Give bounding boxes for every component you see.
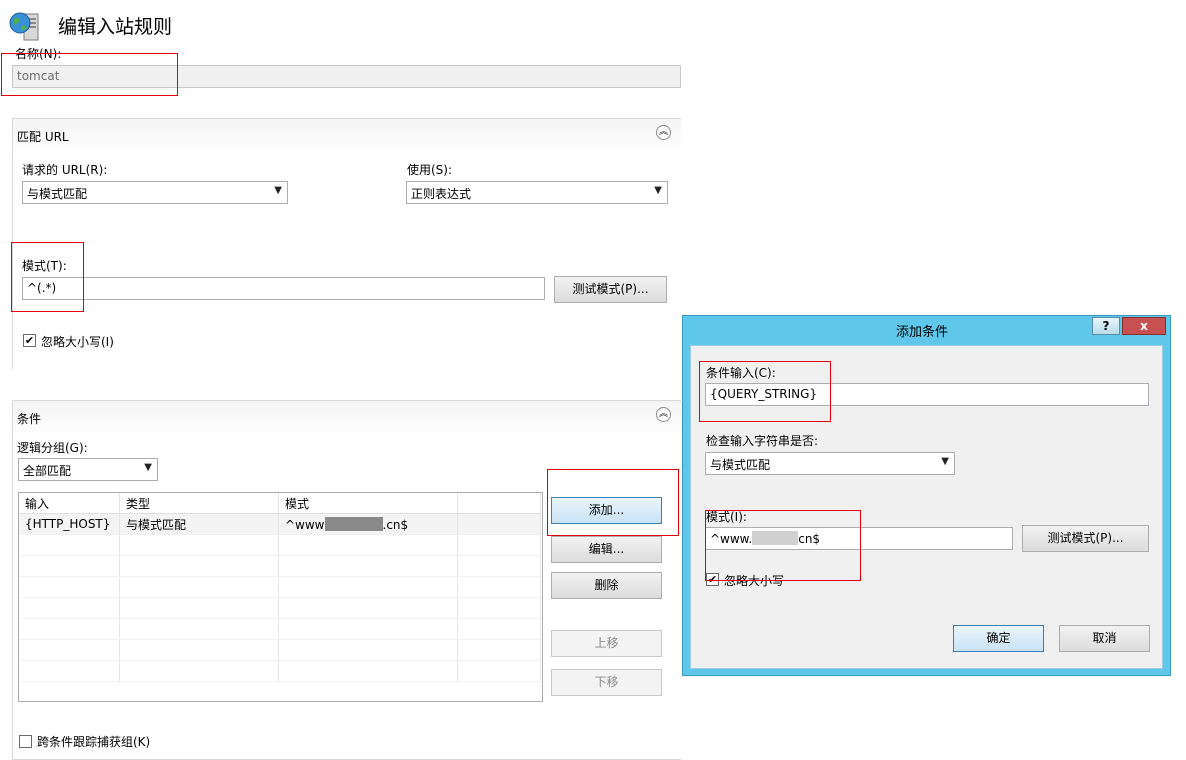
check-if-select[interactable]: 与模式匹配 ▼ [705, 452, 955, 475]
table-row [19, 576, 541, 598]
move-down-button[interactable]: 下移 [551, 669, 662, 696]
cancel-button[interactable]: 取消 [1059, 625, 1150, 652]
pattern-label: 模式(T): [22, 259, 67, 273]
dialog-ignore-case-checkbox[interactable]: ✔ [706, 573, 719, 586]
requested-url-value: 与模式匹配 [27, 187, 88, 201]
condition-input-label: 条件输入(C): [706, 366, 776, 380]
collapse-match-url-icon[interactable]: ︽ [656, 125, 671, 140]
track-captures-checkbox[interactable] [19, 735, 32, 748]
using-label: 使用(S): [407, 163, 453, 177]
help-button[interactable]: ? [1092, 317, 1120, 335]
table-cell-pattern: ^www .cn$ [278, 513, 458, 535]
name-field[interactable]: tomcat [12, 65, 681, 88]
dialog-pattern-input[interactable]: ^www. cn$ [705, 527, 1013, 550]
ok-button[interactable]: 确定 [953, 625, 1044, 652]
table-row [19, 534, 541, 556]
column-header-pattern[interactable]: 模式 [278, 493, 458, 514]
ignore-case-label: 忽略大小写(I) [41, 335, 114, 349]
logical-grouping-select[interactable]: 全部匹配 ▼ [18, 458, 158, 481]
match-url-section-title: 匹配 URL [17, 130, 69, 144]
name-label: 名称(N): [15, 47, 62, 61]
logical-grouping-label: 逻辑分组(G): [17, 441, 88, 455]
move-up-button[interactable]: 上移 [551, 630, 662, 657]
pattern-prefix: ^www [285, 517, 325, 532]
globe-server-icon [8, 10, 42, 42]
redacted-block [324, 516, 383, 531]
table-row [19, 618, 541, 640]
table-row [19, 639, 541, 661]
add-condition-button[interactable]: 添加... [551, 497, 662, 524]
logical-grouping-value: 全部匹配 [23, 464, 72, 478]
conditions-section-title: 条件 [17, 412, 42, 426]
requested-url-select[interactable]: 与模式匹配 ▼ [22, 181, 288, 204]
dialog-pattern-label: 模式(I): [706, 510, 747, 524]
remove-condition-button[interactable]: 删除 [551, 572, 662, 599]
pattern-suffix: .cn$ [382, 517, 409, 532]
table-cell-input: {HTTP_HOST} [19, 513, 120, 535]
column-header-type[interactable]: 类型 [119, 493, 279, 514]
dialog-test-pattern-button[interactable]: 测试模式(P)... [1022, 525, 1149, 552]
chevron-down-icon: ▼ [144, 462, 152, 473]
chevron-down-icon: ▼ [274, 185, 282, 196]
dialog-body: 条件输入(C): {QUERY_STRING} 检查输入字符串是否: 与模式匹配… [690, 345, 1163, 669]
pattern-suffix: cn$ [798, 532, 821, 546]
redacted-block [752, 531, 799, 545]
page-title: 编辑入站规则 [58, 16, 173, 38]
ignore-case-checkbox[interactable]: ✔ [23, 334, 36, 347]
dialog-title: 添加条件 [896, 325, 949, 340]
table-row [19, 555, 541, 577]
track-captures-label: 跨条件跟踪捕获组(K) [37, 735, 151, 749]
using-select[interactable]: 正则表达式 ▼ [406, 181, 668, 204]
using-value: 正则表达式 [411, 187, 472, 201]
table-cell-empty [457, 513, 541, 535]
chevron-down-icon: ▼ [654, 185, 662, 196]
collapse-conditions-icon[interactable]: ︽ [656, 407, 671, 422]
pattern-input[interactable]: ^(.*) [22, 277, 545, 300]
edit-condition-button[interactable]: 编辑... [551, 536, 662, 563]
column-header-empty [457, 493, 541, 514]
table-row [19, 660, 541, 682]
chevron-down-icon: ▼ [941, 456, 949, 467]
pattern-prefix: ^www. [710, 532, 753, 546]
test-pattern-button[interactable]: 测试模式(P)... [554, 276, 667, 303]
table-row[interactable]: {HTTP_HOST} 与模式匹配 ^www .cn$ [19, 513, 541, 535]
column-header-input[interactable]: 输入 [19, 493, 120, 514]
check-if-label: 检查输入字符串是否: [706, 434, 819, 448]
add-condition-dialog: 添加条件 ? x 条件输入(C): {QUERY_STRING} 检查输入字符串… [682, 315, 1171, 676]
check-if-value: 与模式匹配 [710, 458, 771, 472]
requested-url-label: 请求的 URL(R): [22, 163, 108, 177]
match-url-panel [12, 118, 681, 369]
close-icon[interactable]: x [1122, 317, 1166, 335]
table-cell-type: 与模式匹配 [119, 513, 279, 535]
table-row [19, 597, 541, 619]
conditions-table: 输入 类型 模式 {HTTP_HOST} 与模式匹配 ^www .cn$ [18, 492, 543, 702]
condition-input-field[interactable]: {QUERY_STRING} [705, 383, 1149, 406]
dialog-ignore-case-label: 忽略大小写 [724, 574, 785, 588]
